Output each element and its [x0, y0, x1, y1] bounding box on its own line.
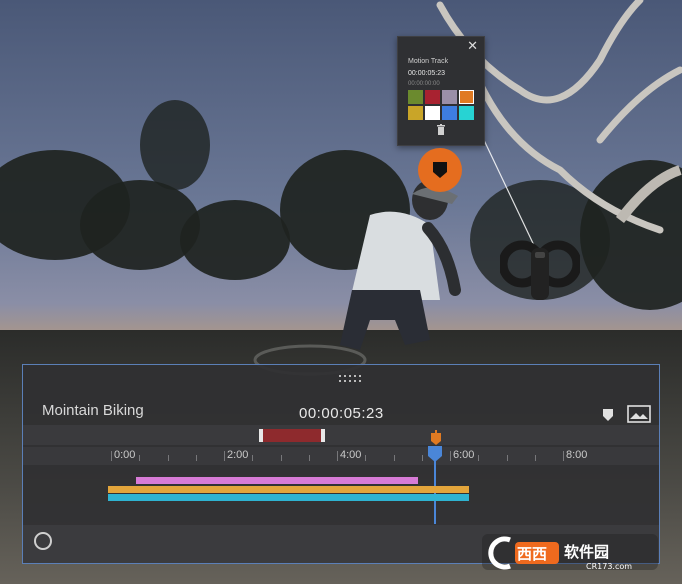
ruler-tick	[563, 451, 564, 461]
color-swatch[interactable]	[408, 90, 423, 104]
color-swatch[interactable]	[442, 106, 457, 120]
svg-text:西西: 西西	[517, 545, 547, 563]
ruler-label: 6:00	[453, 449, 475, 461]
vr-controller	[500, 240, 580, 300]
marker-icon	[433, 162, 447, 178]
image-view-icon[interactable]	[627, 405, 651, 423]
ruler-minor-tick	[252, 455, 254, 461]
track-clip-cyan[interactable]	[108, 494, 469, 501]
ruler-tick	[337, 451, 338, 461]
ruler-label: 2:00	[227, 449, 249, 461]
track-clip-pink[interactable]	[136, 477, 418, 484]
ruler-tick	[111, 451, 112, 461]
ruler-minor-tick	[195, 455, 197, 461]
timecode: 00:00:05:23	[299, 405, 384, 422]
marker-button[interactable]	[418, 148, 462, 192]
orange-marker-icon[interactable]	[431, 430, 441, 445]
watermark-logo: 西西 软件园 CR173.com	[482, 530, 662, 574]
marker-clip[interactable]	[259, 429, 325, 442]
color-swatch[interactable]	[425, 106, 440, 120]
motion-track-title: Motion Track	[408, 58, 449, 65]
motion-track-subtime: 00:00:00:00	[408, 81, 440, 87]
motion-track-time: 00:00:05:23	[408, 70, 445, 77]
record-button[interactable]	[34, 532, 52, 550]
color-swatches	[408, 90, 474, 120]
clip-title: Mointain Biking	[42, 402, 144, 419]
ruler-minor-tick	[478, 455, 480, 461]
drag-handle[interactable]	[337, 374, 361, 384]
svg-text:CR173.com: CR173.com	[586, 562, 632, 571]
ruler-minor-tick	[393, 455, 395, 461]
add-marker-icon[interactable]	[603, 409, 613, 421]
ruler-minor-tick	[308, 455, 310, 461]
color-swatch[interactable]	[408, 106, 423, 120]
ruler-minor-tick	[534, 455, 536, 461]
ruler-minor-tick	[139, 455, 141, 461]
ruler-minor-tick	[280, 455, 282, 461]
ruler-label: 8:00	[566, 449, 588, 461]
color-swatch[interactable]	[459, 90, 474, 104]
motion-track-panel: ✕ Motion Track 00:00:05:23 00:00:00:00	[397, 36, 485, 146]
ruler-minor-tick	[421, 455, 423, 461]
track-clip-orange[interactable]	[108, 486, 469, 493]
close-icon[interactable]: ✕	[467, 39, 478, 53]
trash-icon[interactable]	[436, 124, 446, 135]
color-swatch[interactable]	[459, 106, 474, 120]
color-swatch[interactable]	[425, 90, 440, 104]
ruler-tick	[224, 451, 225, 461]
ruler-minor-tick	[506, 455, 508, 461]
ruler-label: 4:00	[340, 449, 362, 461]
ruler-minor-tick	[167, 455, 169, 461]
color-swatch[interactable]	[442, 90, 457, 104]
ruler-tick	[450, 451, 451, 461]
ruler-label: 0:00	[114, 449, 136, 461]
marker-lane	[23, 425, 659, 445]
ruler-minor-tick	[365, 455, 367, 461]
svg-text:软件园: 软件园	[564, 543, 609, 561]
